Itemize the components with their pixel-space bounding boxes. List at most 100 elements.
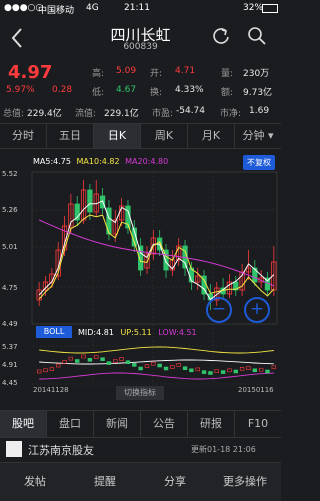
low-value: 4.67 bbox=[116, 85, 137, 95]
tab-order-book[interactable]: 盘口 bbox=[47, 411, 94, 437]
tab-f10[interactable]: F10 bbox=[235, 411, 281, 437]
battery-icon bbox=[262, 4, 278, 13]
quote-panel: 4.97 5.97% 0.28 高: 5.09 开: 4.71 量: 230万 … bbox=[0, 58, 281, 120]
boll-candle bbox=[271, 365, 277, 370]
boll-button[interactable]: BOLL bbox=[36, 326, 72, 338]
battery-label: 32% bbox=[243, 3, 264, 13]
boll-low-legend: LOW:4.51 bbox=[158, 328, 197, 337]
amount-label: 额: bbox=[221, 88, 234, 98]
date-start-label: 20141128 bbox=[33, 386, 69, 394]
zoom-in-button[interactable]: + bbox=[244, 297, 270, 323]
boll-candle bbox=[106, 361, 112, 365]
boll-candle bbox=[220, 370, 226, 374]
boll-candle bbox=[201, 370, 207, 374]
tab-minute-label: 分钟 bbox=[242, 129, 265, 142]
boll-candle bbox=[55, 363, 61, 368]
boll-candle bbox=[68, 356, 74, 361]
zoom-out-button[interactable]: − bbox=[206, 297, 232, 323]
boll-candle bbox=[189, 368, 194, 373]
boll-candle bbox=[125, 360, 131, 364]
boll-up-legend: UP:5.11 bbox=[120, 328, 152, 337]
boll-candle bbox=[163, 366, 169, 371]
period-tabs: 分时 五日 日K 周K 月K 分钟 ▾ bbox=[0, 123, 281, 149]
kline-canvas[interactable] bbox=[0, 150, 281, 410]
float-cap-value: 229.1亿 bbox=[104, 109, 139, 119]
tab-minute[interactable]: 分钟 ▾ bbox=[235, 124, 281, 148]
total-cap-label: 总值: bbox=[3, 109, 25, 119]
pb-value: 1.69 bbox=[249, 106, 270, 116]
boll-candle bbox=[36, 369, 42, 374]
boll-candle bbox=[100, 357, 105, 361]
open-value: 4.71 bbox=[175, 66, 196, 76]
avatar bbox=[6, 441, 22, 457]
pe-label: 市盈: bbox=[152, 109, 174, 119]
current-price: 4.97 bbox=[8, 62, 53, 83]
pe-value: -54.74 bbox=[176, 106, 206, 116]
boll-candle bbox=[151, 361, 156, 366]
kline-chart-panel: MA5:4.75 MA10:4.82 MA20:4.80 不复权 5.52 5.… bbox=[0, 150, 281, 410]
bottom-tabs: 股吧 盘口 新闻 公告 研报 F10 bbox=[0, 410, 281, 438]
turnover-value: 4.33% bbox=[175, 85, 204, 95]
tab-news[interactable]: 新闻 bbox=[94, 411, 141, 437]
volume-label: 量: bbox=[221, 69, 234, 79]
boll-up-line bbox=[39, 346, 274, 354]
boll-candle bbox=[87, 358, 93, 362]
search-icon[interactable] bbox=[247, 26, 267, 46]
boll-candle bbox=[214, 369, 219, 373]
tab-research[interactable]: 研报 bbox=[188, 411, 235, 437]
tab-intraday[interactable]: 分时 bbox=[0, 124, 47, 148]
boll-candle bbox=[252, 368, 258, 373]
alert-button[interactable]: 提醒 bbox=[70, 473, 140, 489]
refresh-icon[interactable] bbox=[211, 26, 231, 46]
tab-daily-k[interactable]: 日K bbox=[94, 124, 141, 148]
boll-candle bbox=[170, 365, 175, 369]
share-button[interactable]: 分享 bbox=[140, 473, 210, 489]
post-row[interactable]: 江苏南京股友 更新01-18 21:06 bbox=[0, 437, 281, 459]
ma5-line bbox=[38, 200, 275, 301]
more-actions-button[interactable]: 更多操作 bbox=[210, 473, 280, 489]
boll-candle bbox=[119, 357, 124, 361]
header: 四川长虹 600839 bbox=[0, 18, 281, 58]
pb-label: 市净: bbox=[220, 109, 242, 119]
boll-candle bbox=[208, 371, 213, 375]
boll-candle bbox=[258, 367, 264, 372]
high-label: 高: bbox=[92, 69, 105, 79]
boll-candle bbox=[265, 369, 270, 374]
status-bar: ●●●○○ 中国移动 4G 21:11 32% bbox=[0, 0, 281, 18]
high-value: 5.09 bbox=[116, 66, 137, 76]
ma20-line bbox=[38, 219, 275, 287]
boll-candle bbox=[227, 368, 232, 373]
date-end-label: 20150116 bbox=[238, 386, 274, 394]
boll-candle bbox=[75, 359, 80, 363]
stock-code: 600839 bbox=[123, 42, 158, 52]
boll-candle bbox=[113, 359, 118, 363]
carrier-label: 中国移动 bbox=[38, 6, 75, 16]
clock: 21:11 bbox=[124, 3, 150, 13]
bottom-toolbar: 发帖 提醒 分享 更多操作 bbox=[0, 462, 281, 501]
boll-low-line bbox=[39, 372, 274, 380]
tab-announcements[interactable]: 公告 bbox=[141, 411, 188, 437]
network-label: 4G bbox=[86, 3, 99, 13]
turnover-label: 换: bbox=[150, 88, 163, 98]
tab-five-day[interactable]: 五日 bbox=[47, 124, 94, 148]
boll-candle bbox=[49, 367, 55, 371]
boll-candle bbox=[239, 367, 245, 371]
boll-candle bbox=[246, 366, 251, 370]
post-author: 江苏南京股友 bbox=[28, 444, 94, 457]
boll-candle bbox=[157, 363, 162, 368]
tab-monthly-k[interactable]: 月K bbox=[188, 124, 235, 148]
boll-candle bbox=[94, 355, 99, 359]
switch-indicator-button[interactable]: 切换指标 bbox=[116, 386, 164, 400]
tab-weekly-k[interactable]: 周K bbox=[141, 124, 188, 148]
boll-axis-label: 5.37 bbox=[2, 343, 18, 351]
change-pct: 5.97% bbox=[6, 85, 35, 95]
boll-mid-legend: MID:4.81 bbox=[78, 328, 114, 337]
amount-value: 9.73亿 bbox=[243, 88, 273, 98]
post-button[interactable]: 发帖 bbox=[0, 473, 70, 489]
boll-axis-label: 4.45 bbox=[2, 379, 18, 387]
tab-forum[interactable]: 股吧 bbox=[0, 411, 47, 437]
boll-candle bbox=[176, 363, 181, 367]
boll-candle bbox=[233, 369, 238, 374]
boll-candle bbox=[81, 354, 86, 359]
boll-axis-label: 4.91 bbox=[2, 361, 18, 369]
